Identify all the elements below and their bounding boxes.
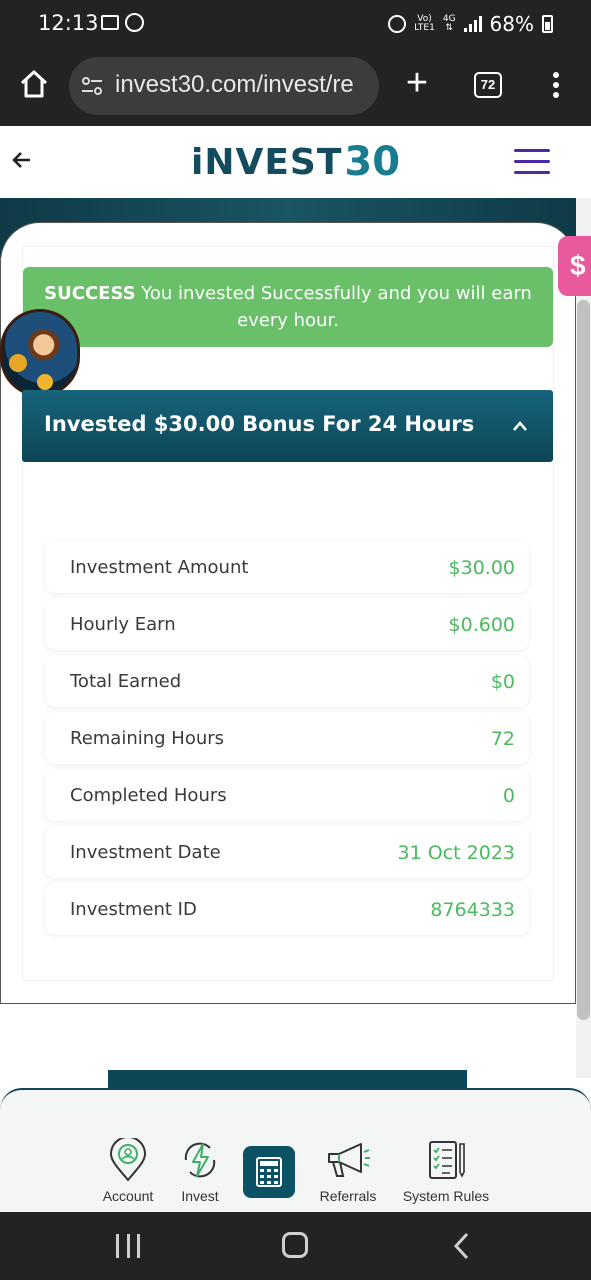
browser-toolbar: invest30.com/invest/re + 72 [0,46,591,126]
site-settings-icon[interactable] [81,76,103,96]
tab-switcher-button[interactable]: 72 [474,72,502,98]
system-navigation-bar [0,1212,591,1280]
lightning-refresh-icon [184,1142,216,1178]
success-alert: SUCCESS You invested Successfully and yo… [23,267,553,347]
nav-account[interactable]: Account [98,1138,158,1204]
detail-value: 72 [490,728,515,750]
investment-accordion-header[interactable]: Invested $30.00 Bonus For 24 Hours [22,390,553,462]
detail-label: Investment Amount [70,557,249,578]
detail-value: 8764333 [430,899,515,921]
alert-strong: SUCCESS [44,283,136,304]
browser-menu-icon[interactable] [551,72,561,100]
home-button-icon[interactable] [282,1232,308,1258]
detail-row-remaining-hours: Remaining Hours 72 [45,712,529,764]
accordion-title: Invested $30.00 Bonus For 24 Hours [44,412,475,436]
megaphone-icon [328,1143,370,1177]
network-gen-indicator: 4G ⇅ [442,14,456,33]
detail-row-hourly-earn: Hourly Earn $0.600 [45,598,529,650]
checklist-icon [429,1141,465,1179]
status-time: 12:13 [38,11,99,35]
calculator-button[interactable] [243,1146,295,1198]
nav-invest[interactable]: Invest [176,1138,224,1204]
detail-row-completed-hours: Completed Hours 0 [45,769,529,821]
url-text: invest30.com/invest/re [115,71,354,98]
new-tab-button[interactable]: + [400,64,434,102]
signal-icon [463,16,482,32]
status-right: Vo) LTE1 4G ⇅ 68% [388,12,553,36]
avatar[interactable] [0,309,80,397]
nav-account-label: Account [102,1188,154,1204]
nav-referrals-label: Referrals [319,1188,377,1204]
detail-label: Investment Date [70,842,221,863]
detail-label: Remaining Hours [70,728,225,749]
location-user-icon [109,1138,147,1182]
gallery-icon [101,15,119,30]
status-bar: 12:13 Vo) LTE1 4G ⇅ 68% [0,0,591,46]
scrollbar-thumb[interactable] [577,300,590,1020]
detail-value: 31 Oct 2023 [397,842,515,864]
bottom-navigation: Account Invest Referrals System Rules [0,1088,591,1212]
detail-label: Investment ID [70,899,197,920]
home-icon[interactable] [18,68,50,100]
recent-apps-icon[interactable] [116,1234,140,1258]
detail-row-investment-amount: Investment Amount $30.00 [45,541,529,593]
alarm-icon [388,15,407,33]
detail-label: Total Earned [70,671,182,692]
detail-label: Completed Hours [70,785,227,806]
detail-label: Hourly Earn [70,614,176,635]
logo-number: 30 [344,139,401,185]
back-arrow-icon[interactable] [10,148,34,172]
site-header: iNVEST 30 [0,126,591,198]
battery-icon [542,15,553,33]
detail-row-investment-id: Investment ID 8764333 [45,883,529,935]
detail-row-investment-date: Investment Date 31 Oct 2023 [45,826,529,878]
detail-value: $0 [490,671,515,693]
address-bar[interactable]: invest30.com/invest/re [69,57,379,115]
battery-percent: 68% [489,12,534,36]
nav-invest-label: Invest [181,1188,219,1204]
detail-value: $30.00 [448,557,515,579]
detail-value: 0 [502,785,515,807]
nav-system-rules[interactable]: System Rules [398,1138,494,1204]
side-dollar-tab[interactable]: $ [558,236,591,296]
back-chevron-icon[interactable] [452,1232,470,1260]
nav-referrals[interactable]: Referrals [314,1138,382,1204]
detail-value: $0.600 [448,614,515,636]
alert-message: You invested Successfully and you will e… [135,283,532,331]
detail-row-total-earned: Total Earned $0 [45,655,529,707]
chevron-up-icon[interactable] [512,418,528,434]
calculator-icon [256,1157,282,1187]
site-logo[interactable]: iNVEST 30 [191,138,400,186]
volte-indicator: Vo) LTE1 [414,14,435,33]
logo-text: iNVEST [191,141,343,183]
messenger-icon [125,13,144,32]
hamburger-menu-icon[interactable] [514,149,550,175]
nav-system-rules-label: System Rules [402,1188,490,1204]
